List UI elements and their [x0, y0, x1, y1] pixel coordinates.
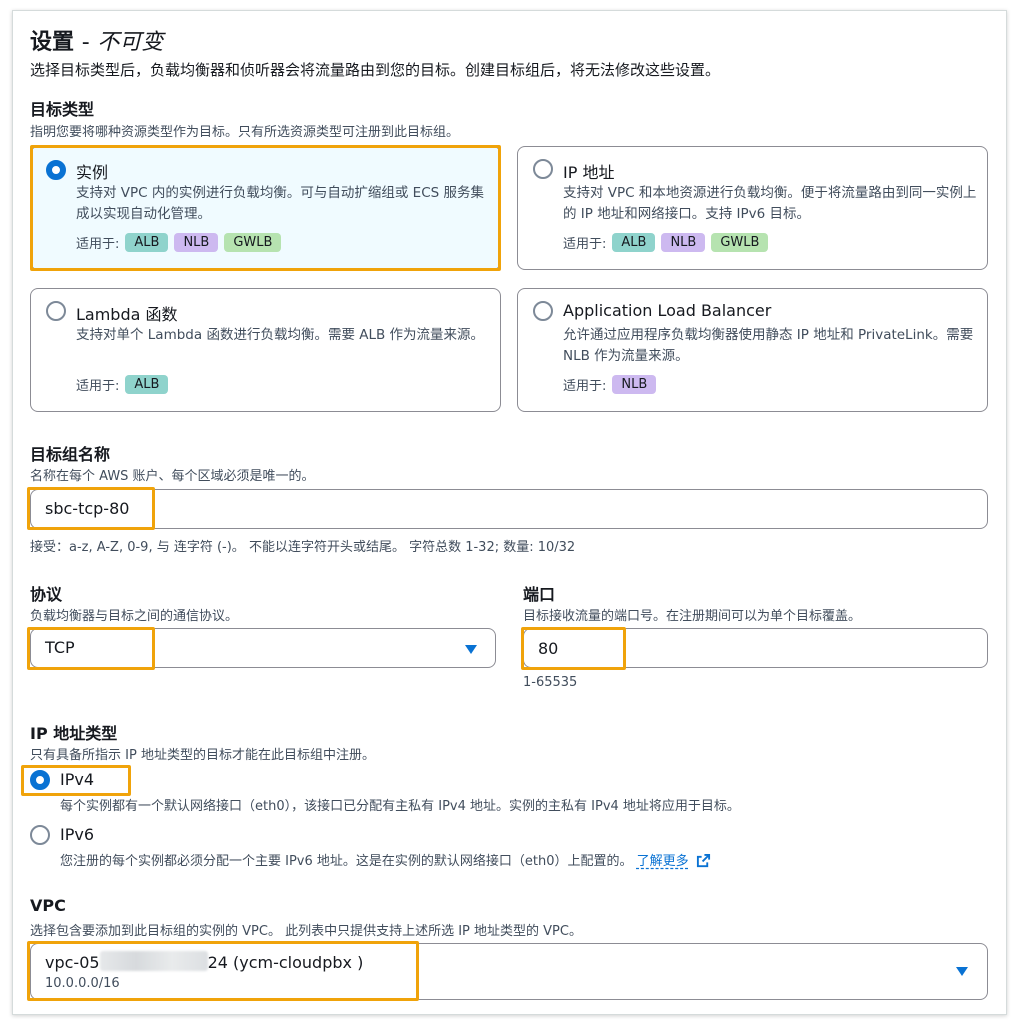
target-group-name-input[interactable]: sbc-tcp-80	[30, 489, 988, 529]
vpc-value: vpc-05 24 (ycm-cloudpbx )	[45, 951, 364, 972]
target-type-instance-radio[interactable]	[46, 160, 66, 180]
ip-type-ipv4-desc: 每个实例都有一个默认网络接口（eth0），该接口已分配有主私有 IPv4 地址。…	[60, 799, 740, 814]
ip-type-label: IP 地址类型	[30, 724, 118, 743]
external-link-icon[interactable]	[696, 853, 711, 868]
target-type-alb-radio[interactable]	[533, 301, 553, 321]
port-input[interactable]: 80	[523, 628, 988, 668]
protocol-hint: 负载均衡器与目标之间的通信协议。	[30, 609, 239, 624]
target-group-name-hint: 名称在每个 AWS 账户、每个区域必须是唯一的。	[30, 469, 315, 484]
ip-type-ipv6-radio[interactable]	[30, 825, 50, 845]
target-type-ip-applies: 适用于: ALB NLB GWLB	[563, 233, 769, 252]
ip-type-ipv4-radio[interactable]	[30, 770, 50, 790]
applies-label: 适用于:	[563, 379, 607, 394]
port-value: 80	[538, 639, 559, 658]
target-type-alb-card[interactable]: Application Load Balancer 允许通过应用程序负载均衡器使…	[517, 288, 988, 412]
target-type-ip-radio[interactable]	[533, 159, 553, 179]
target-type-instance-desc: 支持对 VPC 内的实例进行负载均衡。可与自动扩缩组或 ECS 服务集成以实现自…	[76, 185, 484, 222]
port-range: 1-65535	[523, 675, 578, 690]
badge-alb: ALB	[612, 233, 656, 252]
vpc-hint: 选择包含要添加到此目标组的实例的 VPC。 此列表中只提供支持上述所选 IP 地…	[30, 924, 582, 939]
vpc-cidr: 10.0.0.0/16	[45, 976, 120, 991]
redacted-region	[99, 951, 208, 971]
target-type-ip-title: IP 地址	[563, 163, 615, 182]
badge-gwlb: GWLB	[224, 233, 282, 252]
target-type-ip-card[interactable]: IP 地址 支持对 VPC 和本地资源进行负载均衡。便于将流量路由到同一实例上的…	[517, 146, 988, 270]
target-type-instance-title: 实例	[76, 163, 109, 182]
target-type-lambda-radio[interactable]	[46, 301, 66, 321]
chevron-down-icon	[956, 967, 968, 976]
learn-more-link[interactable]: 了解更多	[637, 854, 689, 869]
page-description: 选择目标类型后，负载均衡器和侦听器会将流量路由到您的目标。创建目标组后，将无法修…	[30, 61, 721, 79]
ip-type-ipv4-title[interactable]: IPv4	[60, 770, 94, 789]
badge-nlb: NLB	[661, 233, 706, 252]
badge-nlb: NLB	[612, 375, 657, 394]
target-type-label: 目标类型	[30, 100, 95, 119]
badge-alb: ALB	[125, 375, 169, 394]
target-type-hint: 指明您要将哪种资源类型作为目标。只有所选资源类型可注册到此目标组。	[30, 125, 460, 140]
protocol-select[interactable]: TCP	[30, 628, 496, 668]
ip-type-ipv6-desc: 您注册的每个实例都必须分配一个主要 IPv6 地址。这是在实例的默认网络接口（e…	[60, 854, 633, 869]
vpc-label: VPC	[30, 896, 66, 915]
vpc-select[interactable]: vpc-05 24 (ycm-cloudpbx ) 10.0.0.0/16	[30, 943, 988, 1000]
target-type-lambda-card[interactable]: Lambda 函数 支持对单个 Lambda 函数进行负载均衡。需要 ALB 作…	[30, 288, 501, 412]
target-type-alb-title: Application Load Balancer	[563, 301, 772, 320]
target-group-name-constraint: 接受：a-z, A-Z, 0-9, 与 连字符 (-)。 不能以连字符开头或结尾…	[30, 540, 576, 555]
target-type-lambda-desc: 支持对单个 Lambda 函数进行负载均衡。需要 ALB 作为流量来源。	[76, 327, 485, 343]
target-type-lambda-title: Lambda 函数	[76, 305, 178, 324]
applies-label: 适用于:	[76, 379, 120, 394]
protocol-label: 协议	[30, 585, 63, 604]
chevron-down-icon	[465, 645, 477, 654]
target-type-lambda-applies: 适用于: ALB	[76, 375, 169, 394]
ip-type-ipv6-title[interactable]: IPv6	[60, 825, 94, 844]
page-title: 设置 - 不可变	[30, 30, 164, 55]
badge-gwlb: GWLB	[711, 233, 769, 252]
applies-label: 适用于:	[76, 237, 120, 252]
badge-alb: ALB	[125, 233, 169, 252]
ip-type-ipv6-desc-row: 您注册的每个实例都必须分配一个主要 IPv6 地址。这是在实例的默认网络接口（e…	[60, 850, 711, 869]
port-hint: 目标接收流量的端口号。在注册期间可以为单个目标覆盖。	[523, 609, 862, 624]
badge-nlb: NLB	[174, 233, 219, 252]
target-type-instance-applies: 适用于: ALB NLB GWLB	[76, 233, 282, 252]
target-group-name-label: 目标组名称	[30, 445, 111, 464]
target-group-name-value: sbc-tcp-80	[45, 499, 130, 518]
port-label: 端口	[523, 585, 556, 604]
target-type-alb-applies: 适用于: NLB	[563, 375, 657, 394]
target-type-instance-card[interactable]: 实例 支持对 VPC 内的实例进行负载均衡。可与自动扩缩组或 ECS 服务集成以…	[30, 146, 501, 270]
protocol-value: TCP	[45, 638, 75, 657]
target-type-alb-desc: 允许通过应用程序负载均衡器使用静态 IP 地址和 PrivateLink。需要 …	[563, 327, 974, 364]
applies-label: 适用于:	[563, 237, 607, 252]
ip-type-hint: 只有具备所指示 IP 地址类型的目标才能在此目标组中注册。	[30, 748, 375, 763]
target-type-ip-desc: 支持对 VPC 和本地资源进行负载均衡。便于将流量路由到同一实例上的 IP 地址…	[563, 185, 977, 222]
